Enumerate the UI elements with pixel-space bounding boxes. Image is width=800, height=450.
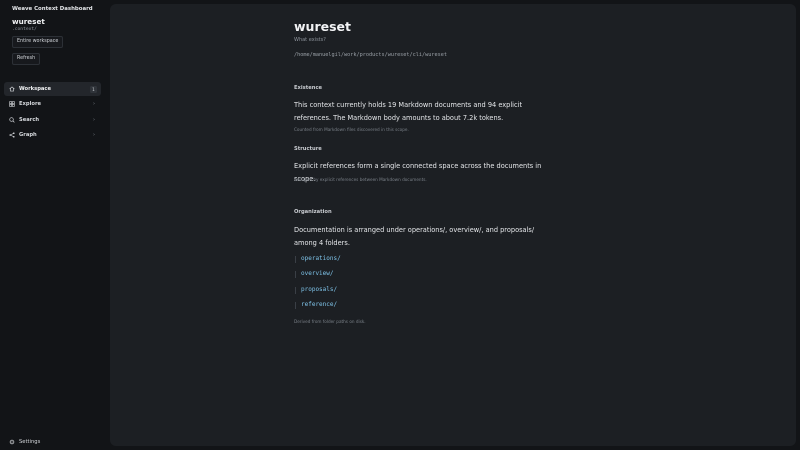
page-title: wureset	[294, 19, 351, 34]
main-panel: wureset What exists? /home/manuelgil/wor…	[110, 4, 796, 446]
home-icon	[9, 86, 15, 92]
nav-item-label: Explore	[19, 101, 42, 107]
page-subtitle: What exists?	[294, 37, 326, 43]
section-note-structure: Grouped by explicit references between M…	[294, 177, 427, 182]
refresh-button[interactable]: Refresh	[12, 53, 41, 65]
folder-item[interactable]: operations/	[301, 255, 341, 262]
settings-button[interactable]: Settings	[4, 436, 40, 448]
section-heading-organization: Organization	[294, 209, 332, 215]
context-name: wureset	[12, 17, 45, 26]
folder-item[interactable]: reference/	[301, 301, 337, 308]
section-text-existence: This context currently holds 19 Markdown…	[294, 101, 523, 122]
app-title: Weave Context Dashboard	[12, 6, 93, 12]
grid-icon	[9, 101, 15, 107]
gear-icon	[9, 439, 15, 445]
folder-marker	[295, 302, 296, 309]
section-text-organization: Documentation is arranged under operatio…	[294, 226, 535, 247]
chevron-right-icon: ›	[93, 117, 95, 123]
nav-item-label: Graph	[19, 132, 37, 138]
section-note-existence: Counted from Markdown files discovered i…	[294, 127, 409, 132]
settings-label: Settings	[19, 439, 41, 445]
nav-item-explore[interactable]: Explore ›	[4, 97, 101, 111]
context-path: .context/	[12, 27, 37, 32]
chevron-right-icon: ›	[93, 101, 95, 107]
nav-item-workspace[interactable]: Workspace 1	[4, 82, 101, 96]
nav-item-label: Search	[19, 117, 40, 123]
folder-marker	[295, 287, 296, 294]
chevron-right-icon: ›	[93, 132, 95, 138]
folder-marker	[295, 256, 296, 263]
section-note-organization: Derived from folder paths on disk.	[294, 319, 366, 324]
folder-item[interactable]: overview/	[301, 270, 334, 277]
context-full-path: /home/manuelgil/work/products/wureset/cl…	[294, 52, 448, 58]
folder-item[interactable]: proposals/	[301, 286, 337, 293]
search-icon	[9, 117, 15, 123]
entire-workspace-button[interactable]: Entire workspace	[12, 36, 64, 48]
section-heading-existence: Existence	[294, 85, 323, 91]
nav-item-graph[interactable]: Graph ›	[4, 128, 101, 142]
nav-badge: 1	[90, 85, 97, 93]
folder-marker	[295, 271, 296, 278]
share-icon	[9, 132, 15, 138]
nav-item-label: Workspace	[19, 86, 52, 92]
nav-item-search[interactable]: Search ›	[4, 113, 101, 127]
section-heading-structure: Structure	[294, 146, 322, 152]
sidebar: Weave Context Dashboard wureset .context…	[0, 0, 106, 450]
